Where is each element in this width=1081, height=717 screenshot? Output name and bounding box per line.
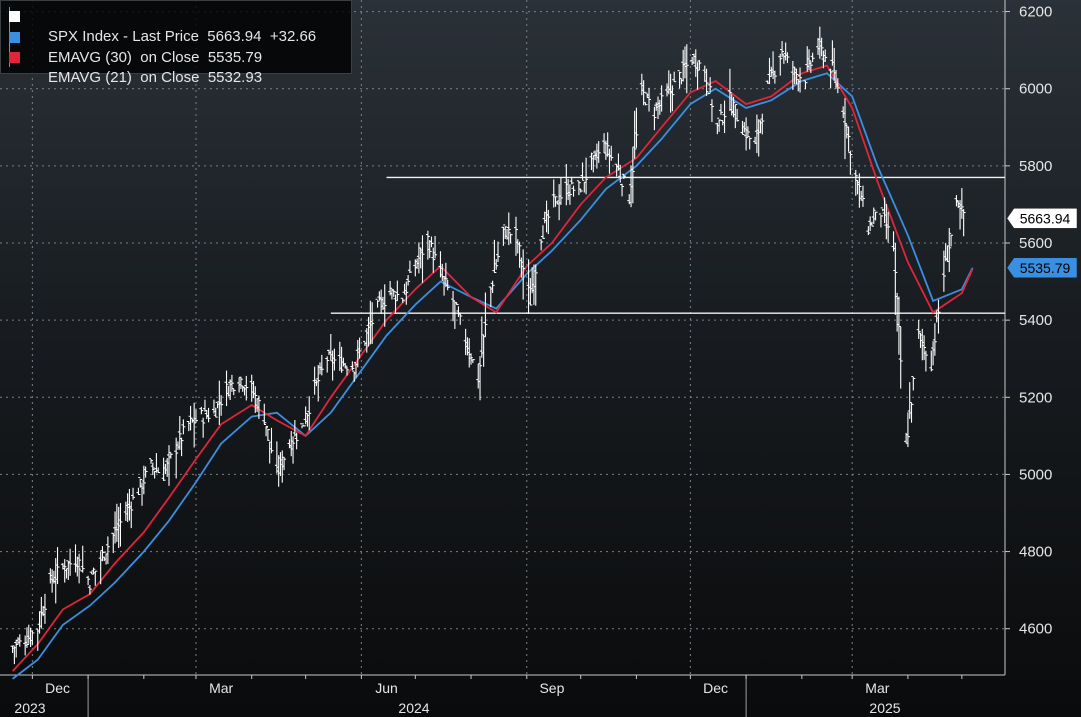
price-bar — [718, 103, 723, 116]
ema30-price-tag: 5535.79 — [1006, 257, 1078, 279]
x-month-label: Mar — [865, 680, 889, 696]
price-bar — [576, 180, 581, 196]
red-swatch-icon — [9, 52, 20, 63]
legend-item-ema30[interactable]: EMAVG (30) on Close 5535.79 — [9, 28, 262, 66]
price-bar — [647, 87, 652, 112]
price-bar — [911, 376, 916, 391]
legend-item-ema21[interactable]: EMAVG (21) on Close 5532.93 — [9, 48, 262, 86]
price-bar — [199, 406, 204, 415]
price-bar — [181, 419, 186, 435]
price-bar — [540, 225, 545, 239]
y-tick-label: 5200 — [1019, 389, 1052, 406]
price-bar — [407, 260, 412, 274]
price-bar — [131, 487, 136, 500]
price-tag-label: 5535.79 — [1020, 260, 1071, 276]
price-tag-label: 5663.94 — [1020, 210, 1071, 226]
y-tick-label: 5600 — [1019, 235, 1052, 252]
x-month-label: Mar — [209, 680, 233, 696]
price-bar — [80, 545, 85, 573]
x-month-label: Dec — [45, 680, 70, 696]
x-year-label: 2025 — [869, 700, 900, 716]
price-bar — [571, 185, 576, 197]
price-bar — [483, 292, 488, 337]
y-tick-label: 4800 — [1019, 544, 1052, 561]
y-tick-label: 4600 — [1019, 621, 1052, 638]
price-bar — [747, 136, 752, 150]
legend-item-last-price[interactable]: SPX Index - Last Price 5663.94 +32.66 — [9, 7, 316, 45]
legend-label: EMAVG (21) on Close — [48, 69, 200, 86]
last-price-tag: 5663.94 — [1006, 208, 1078, 229]
x-month-label: Dec — [703, 680, 728, 696]
price-bar — [202, 399, 207, 412]
price-bar — [136, 487, 141, 495]
price-bar — [539, 239, 544, 251]
price-bar — [86, 575, 91, 586]
price-bar — [672, 71, 677, 83]
legend-value: 5532.93 — [207, 69, 263, 86]
blue-swatch-icon — [9, 32, 20, 43]
x-month-label: Jun — [375, 680, 398, 696]
price-bar — [708, 77, 713, 93]
chart-area: 4600 4800 5000 5200 5400 5600 5800 6000 6200 Dec M… — [0, 0, 1081, 717]
price-bar — [620, 183, 625, 197]
price-bar — [803, 80, 808, 90]
price-bar — [878, 213, 883, 228]
price-chart: 4600 4800 5000 5200 5400 5600 5800 6000 6200 Dec M… — [0, 0, 1078, 717]
x-year-label: 2024 — [398, 700, 429, 716]
price-bar — [709, 99, 714, 123]
legend-change: +32.66 — [269, 28, 317, 45]
x-month-label: Sep — [539, 680, 564, 696]
x-year-label: 2023 — [14, 700, 45, 716]
price-bar — [722, 100, 727, 134]
price-bar — [810, 52, 815, 63]
y-tick-label: 5400 — [1019, 312, 1052, 329]
y-tick-label: 5000 — [1019, 466, 1052, 483]
ema-line-emavg-30-on-close — [12, 72, 974, 680]
price-bar — [860, 185, 865, 207]
ema-line-emavg-21-on-close — [11, 64, 974, 672]
white-swatch-icon — [9, 11, 20, 22]
y-tick-label: 6000 — [1019, 81, 1052, 98]
y-tick-label: 5800 — [1019, 158, 1052, 175]
chart-legend[interactable]: SPX Index - Last Price 5663.94 +32.66 EM… — [0, 0, 352, 86]
y-tick-label: 6200 — [1019, 4, 1052, 21]
price-bar — [496, 241, 501, 263]
price-bar — [325, 356, 330, 373]
price-bar — [201, 417, 206, 438]
